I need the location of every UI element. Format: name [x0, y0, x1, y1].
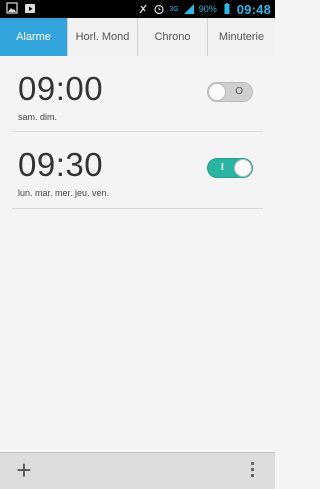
overflow-menu-icon[interactable] [249, 462, 255, 482]
alarm-days: sam. dim. [18, 112, 58, 122]
image-icon [6, 2, 18, 14]
alarm-time[interactable]: 09:30 [18, 146, 103, 184]
alarm-time[interactable]: 09:00 [18, 70, 103, 108]
alarm-icon [153, 3, 165, 15]
tab-minuterie[interactable]: Minuterie [208, 18, 275, 56]
alarm-toggle[interactable]: I [207, 158, 253, 178]
play-store-icon [24, 2, 36, 14]
battery-percent: 90% [198, 4, 217, 14]
tab-bar: Alarme Horl. Mond Chrono Minuterie [0, 18, 275, 56]
status-clock: 09:48 [236, 1, 271, 17]
tab-chrono[interactable]: Chrono [138, 18, 208, 56]
tab-alarme[interactable]: Alarme [0, 18, 68, 56]
toggle-knob [208, 83, 226, 101]
toggle-knob [234, 159, 252, 177]
alarm-toggle[interactable]: O [207, 82, 253, 102]
alarm-item[interactable]: 09:00 sam. dim. O [12, 56, 263, 132]
status-bar: 3G 90% 09:48 [0, 0, 275, 18]
toggle-state-text: O [235, 86, 243, 97]
alarm-days: lun. mar. mer. jeu. ven. [18, 188, 110, 198]
tab-horloge-mondiale[interactable]: Horl. Mond [68, 18, 138, 56]
alarm-item[interactable]: 09:30 lun. mar. mer. jeu. ven. I [12, 132, 263, 209]
network-type: 3G [169, 5, 179, 13]
battery-icon [221, 3, 233, 15]
muted-icon [137, 3, 149, 15]
signal-icon [183, 3, 195, 15]
plus-icon[interactable]: + [12, 457, 36, 483]
toggle-state-text: I [221, 162, 224, 173]
bottom-action-bar: + [0, 452, 275, 489]
